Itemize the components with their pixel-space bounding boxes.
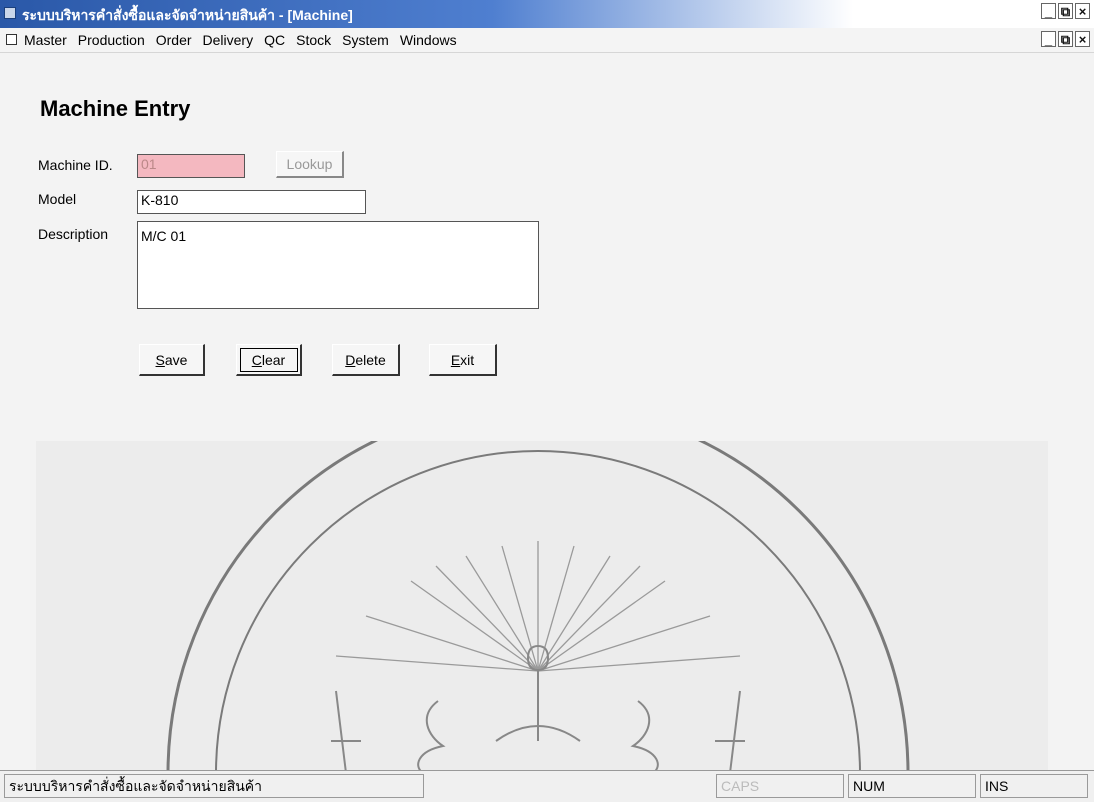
app-icon	[4, 7, 16, 19]
lookup-button[interactable]: Lookup	[276, 151, 344, 178]
child-restore-icon[interactable]: ⧉	[1058, 31, 1073, 47]
caps-indicator: CAPS	[716, 774, 844, 798]
minimize-icon[interactable]: _	[1041, 3, 1056, 19]
child-close-icon[interactable]: ×	[1075, 31, 1090, 47]
menu-item-order[interactable]: Order	[156, 32, 192, 48]
delete-button[interactable]: Delete	[332, 344, 400, 376]
menu-item-delivery[interactable]: Delivery	[203, 32, 254, 48]
university-seal-watermark	[166, 441, 910, 773]
status-app-name: ระบบบริหารคำสั่งซื้อและจัดจำหน่ายสินค้า	[4, 774, 424, 798]
document-icon[interactable]	[6, 34, 17, 45]
machine-id-field[interactable]: 01	[137, 154, 245, 178]
save-accesskey: S	[155, 352, 165, 368]
menu-item-windows[interactable]: Windows	[400, 32, 457, 48]
save-button[interactable]: Save	[139, 344, 205, 376]
close-icon[interactable]: ×	[1075, 3, 1090, 19]
window-title: ระบบบริหารคำสั่งซื้อและจัดจำหน่ายสินค้า …	[22, 7, 353, 23]
restore-icon[interactable]: ⧉	[1058, 3, 1073, 19]
delete-accesskey: D	[345, 352, 356, 368]
description-textarea[interactable]: M/C 01	[137, 221, 539, 309]
machine-id-label: Machine ID.	[38, 157, 113, 173]
menu-item-qc[interactable]: QC	[264, 32, 285, 48]
child-window-controls: _ ⧉ ×	[1041, 31, 1090, 47]
exit-accesskey: E	[450, 352, 461, 368]
menu-item-production[interactable]: Production	[78, 32, 145, 48]
save-label: ave	[164, 352, 188, 368]
delete-label: elete	[355, 352, 386, 368]
clear-label: lear	[261, 352, 286, 368]
menu-items: Master Production Order Delivery QC Stoc…	[24, 32, 457, 48]
menu-item-stock[interactable]: Stock	[296, 32, 331, 48]
status-bar: ระบบบริหารคำสั่งซื้อและจัดจำหน่ายสินค้า …	[0, 770, 1094, 802]
model-label: Model	[38, 191, 77, 207]
menu-item-system[interactable]: System	[342, 32, 389, 48]
menu-item-master[interactable]: Master	[24, 32, 67, 48]
description-label: Description	[38, 226, 109, 242]
ins-indicator: INS	[980, 774, 1088, 798]
exit-label: xit	[460, 352, 475, 368]
child-minimize-icon[interactable]: _	[1041, 31, 1056, 47]
clear-button[interactable]: Clear	[236, 344, 302, 376]
clear-accesskey: C	[251, 352, 262, 368]
num-indicator: NUM	[848, 774, 976, 798]
page-title: Machine Entry	[40, 96, 191, 121]
model-field[interactable]: K-810	[137, 190, 366, 214]
title-bar: ระบบบริหารคำสั่งซื้อและจัดจำหน่ายสินค้า …	[0, 0, 1094, 28]
content-panel	[36, 441, 1048, 773]
app-window-controls: _ ⧉ ×	[1041, 3, 1090, 19]
exit-button[interactable]: Exit	[429, 344, 497, 376]
menu-bar: Master Production Order Delivery QC Stoc…	[0, 28, 1094, 53]
